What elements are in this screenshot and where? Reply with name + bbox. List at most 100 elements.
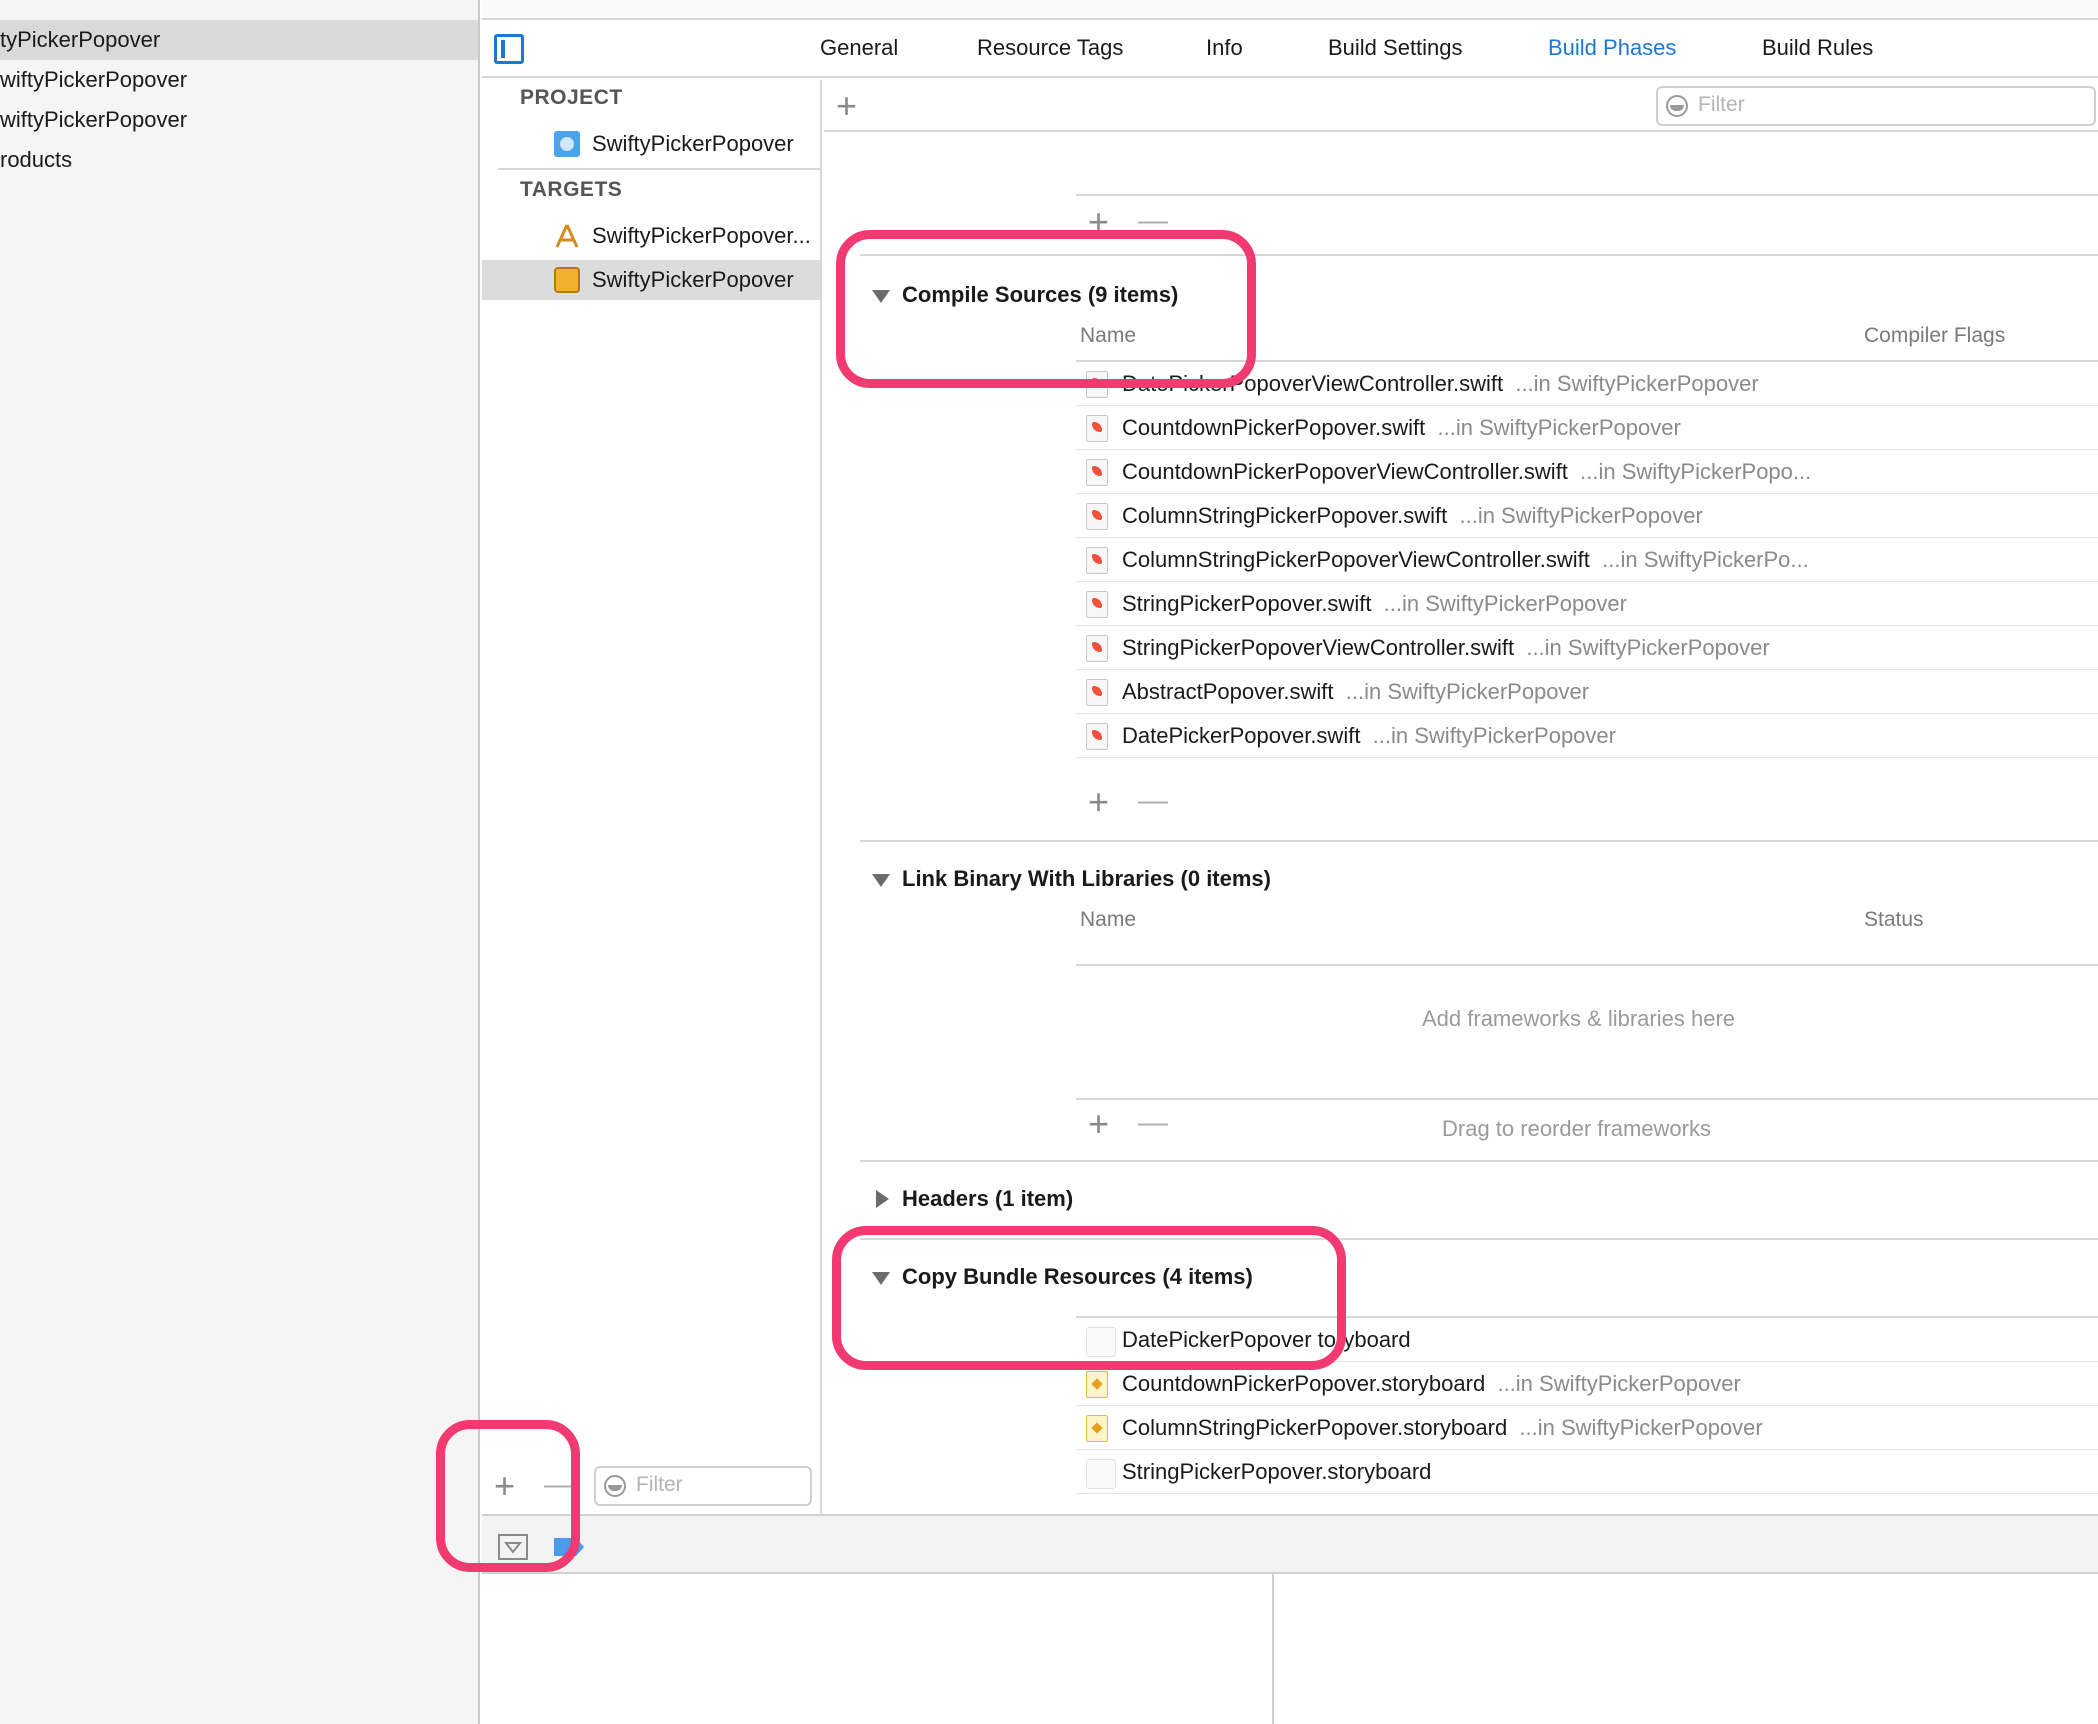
project-section-header: PROJECT [520, 86, 623, 109]
project-file-icon [554, 131, 580, 157]
add-compile-source-button[interactable]: + [1088, 784, 1109, 820]
column-header-compiler-flags[interactable]: Compiler Flags [1864, 324, 2005, 348]
file-location: ...in SwiftyPickerPo... [1602, 547, 1809, 572]
file-location: ...in SwiftyPickerPopover [1437, 415, 1681, 440]
resource-file-row[interactable]: StringPickerPopover.storyboard [1076, 1450, 2098, 1494]
nav-item-group-tests[interactable]: wiftyPickerPopover [0, 100, 478, 140]
target-filter-field[interactable]: Filter [594, 1466, 812, 1506]
file-location: ...in SwiftyPickerPopover [1515, 371, 1759, 396]
debug-bar [482, 1514, 2098, 1574]
highlight-copy-bundle-resources [832, 1226, 1346, 1370]
swift-file-icon [1086, 415, 1108, 442]
nav-item-group-products[interactable]: roducts [0, 140, 478, 180]
file-location: ...in SwiftyPickerPopover [1519, 1415, 1763, 1440]
nav-item-label: wiftyPickerPopover [0, 67, 188, 92]
swift-file-icon [1086, 547, 1108, 574]
empty-frameworks-hint: Add frameworks & libraries here [1422, 1006, 1736, 1031]
app-target-icon [555, 224, 579, 248]
file-location: ...in SwiftyPickerPopover [1372, 723, 1616, 748]
highlight-compile-sources [836, 230, 1256, 388]
compile-file-row[interactable]: ColumnStringPickerPopover.swift ...in Sw… [1076, 494, 2098, 538]
file-name: ColumnStringPickerPopover.storyboard [1122, 1415, 1508, 1440]
jump-bar [482, 0, 2098, 20]
resource-file-row[interactable]: ColumnStringPickerPopover.storyboard ...… [1076, 1406, 2098, 1450]
tab-build-rules[interactable]: Build Rules [1762, 20, 1873, 76]
file-name: ColumnStringPickerPopoverViewController.… [1122, 547, 1590, 572]
file-name: StringPickerPopoverViewController.swift [1122, 635, 1515, 660]
disclosure-triangle-icon[interactable] [872, 874, 890, 887]
filter-placeholder: Filter [636, 1473, 683, 1496]
headers-title[interactable]: Headers (1 item) [902, 1186, 1073, 1212]
file-location: ...in SwiftyPickerPopover [1459, 503, 1703, 528]
swift-file-icon [1086, 723, 1108, 750]
divider [1076, 1098, 2098, 1100]
tab-build-settings[interactable]: Build Settings [1328, 20, 1463, 76]
file-location: ...in SwiftyPickerPopover [1526, 635, 1770, 660]
project-item[interactable]: SwiftyPickerPopover [482, 124, 820, 164]
filter-placeholder: Filter [1698, 93, 1745, 116]
highlight-add-target-button [436, 1420, 580, 1572]
nav-item-group-sources[interactable]: wiftyPickerPopover [0, 60, 478, 100]
swift-file-icon [1086, 591, 1108, 618]
file-location: ...in SwiftyPickerPopover [1497, 1371, 1741, 1396]
compile-file-row[interactable]: ColumnStringPickerPopoverViewController.… [1076, 538, 2098, 582]
divider [498, 168, 820, 170]
nav-item-label: wiftyPickerPopover [0, 107, 188, 132]
file-location: ...in SwiftyPickerPopo... [1580, 459, 1812, 484]
tab-info[interactable]: Info [1206, 20, 1243, 76]
disclosure-triangle-icon[interactable] [876, 1190, 889, 1208]
drag-reorder-hint: Drag to reorder frameworks [1442, 1116, 1711, 1141]
file-location: ...in SwiftyPickerPopover [1345, 679, 1590, 704]
debug-area-divider[interactable] [1272, 1574, 1274, 1724]
file-name: CountdownPickerPopover.swift [1122, 415, 1426, 440]
add-build-phase-button[interactable]: + [836, 88, 857, 124]
project-item-label: SwiftyPickerPopover [592, 131, 794, 156]
toolbar-divider [824, 130, 2098, 132]
tab-build-phases[interactable]: Build Phases [1548, 20, 1676, 76]
tab-general[interactable]: General [820, 20, 898, 76]
section-divider [860, 840, 2098, 842]
nav-item-label: tyPickerPopover [0, 27, 161, 52]
nav-item-label: roducts [0, 147, 73, 172]
file-name: StringPickerPopover.storyboard [1122, 1459, 1432, 1484]
phases-filter-field[interactable]: Filter [1656, 86, 2096, 126]
file-icon [1086, 1459, 1116, 1489]
nav-item-project-root[interactable]: tyPickerPopover [0, 20, 478, 60]
swift-file-icon [1086, 635, 1108, 662]
column-header-status[interactable]: Status [1864, 908, 1924, 932]
sidebar-toggle-icon[interactable] [494, 34, 524, 64]
compile-file-row[interactable]: CountdownPickerPopover.swift ...in Swift… [1076, 406, 2098, 450]
compile-file-row[interactable]: StringPickerPopover.swift ...in SwiftyPi… [1076, 582, 2098, 626]
file-name: StringPickerPopover.swift [1122, 591, 1372, 616]
remove-compile-source-button[interactable]: — [1138, 786, 1168, 816]
swift-file-icon [1086, 503, 1108, 530]
file-location: ...in SwiftyPickerPopover [1383, 591, 1627, 616]
project-navigator: tyPickerPopover wiftyPickerPopover wifty… [0, 0, 480, 1724]
swift-file-icon [1086, 459, 1108, 486]
divider [1076, 194, 2098, 196]
project-target-list: PROJECT SwiftyPickerPopover TARGETS Swif… [482, 80, 822, 1514]
storyboard-file-icon [1086, 1371, 1108, 1398]
tab-resource-tags[interactable]: Resource Tags [977, 20, 1123, 76]
compile-file-row[interactable]: DatePickerPopover.swift ...in SwiftyPick… [1076, 714, 2098, 758]
file-name: CountdownPickerPopoverViewController.swi… [1122, 459, 1568, 484]
target-item-label: SwiftyPickerPopover... [592, 223, 811, 248]
compile-file-row[interactable]: CountdownPickerPopoverViewController.swi… [1076, 450, 2098, 494]
link-binary-title[interactable]: Link Binary With Libraries (0 items) [902, 866, 1271, 892]
add-framework-button[interactable]: + [1088, 1106, 1109, 1142]
column-header-name[interactable]: Name [1080, 908, 1136, 932]
filter-icon [1666, 95, 1688, 117]
filter-icon [604, 1475, 626, 1497]
file-name: CountdownPickerPopover.storyboard [1122, 1371, 1486, 1396]
framework-briefcase-icon [554, 267, 580, 293]
target-item-framework[interactable]: SwiftyPickerPopover [482, 260, 820, 300]
compile-file-row[interactable]: StringPickerPopoverViewController.swift … [1076, 626, 2098, 670]
compile-file-row[interactable]: AbstractPopover.swift ...in SwiftyPicker… [1076, 670, 2098, 714]
swift-file-icon [1086, 679, 1108, 706]
file-name: AbstractPopover.swift [1122, 679, 1334, 704]
remove-framework-button[interactable]: — [1138, 1108, 1168, 1138]
debug-area [482, 1574, 2098, 1724]
storyboard-file-icon [1086, 1415, 1108, 1442]
target-item-app[interactable]: SwiftyPickerPopover... [482, 216, 820, 256]
file-name: DatePickerPopover.swift [1122, 723, 1361, 748]
